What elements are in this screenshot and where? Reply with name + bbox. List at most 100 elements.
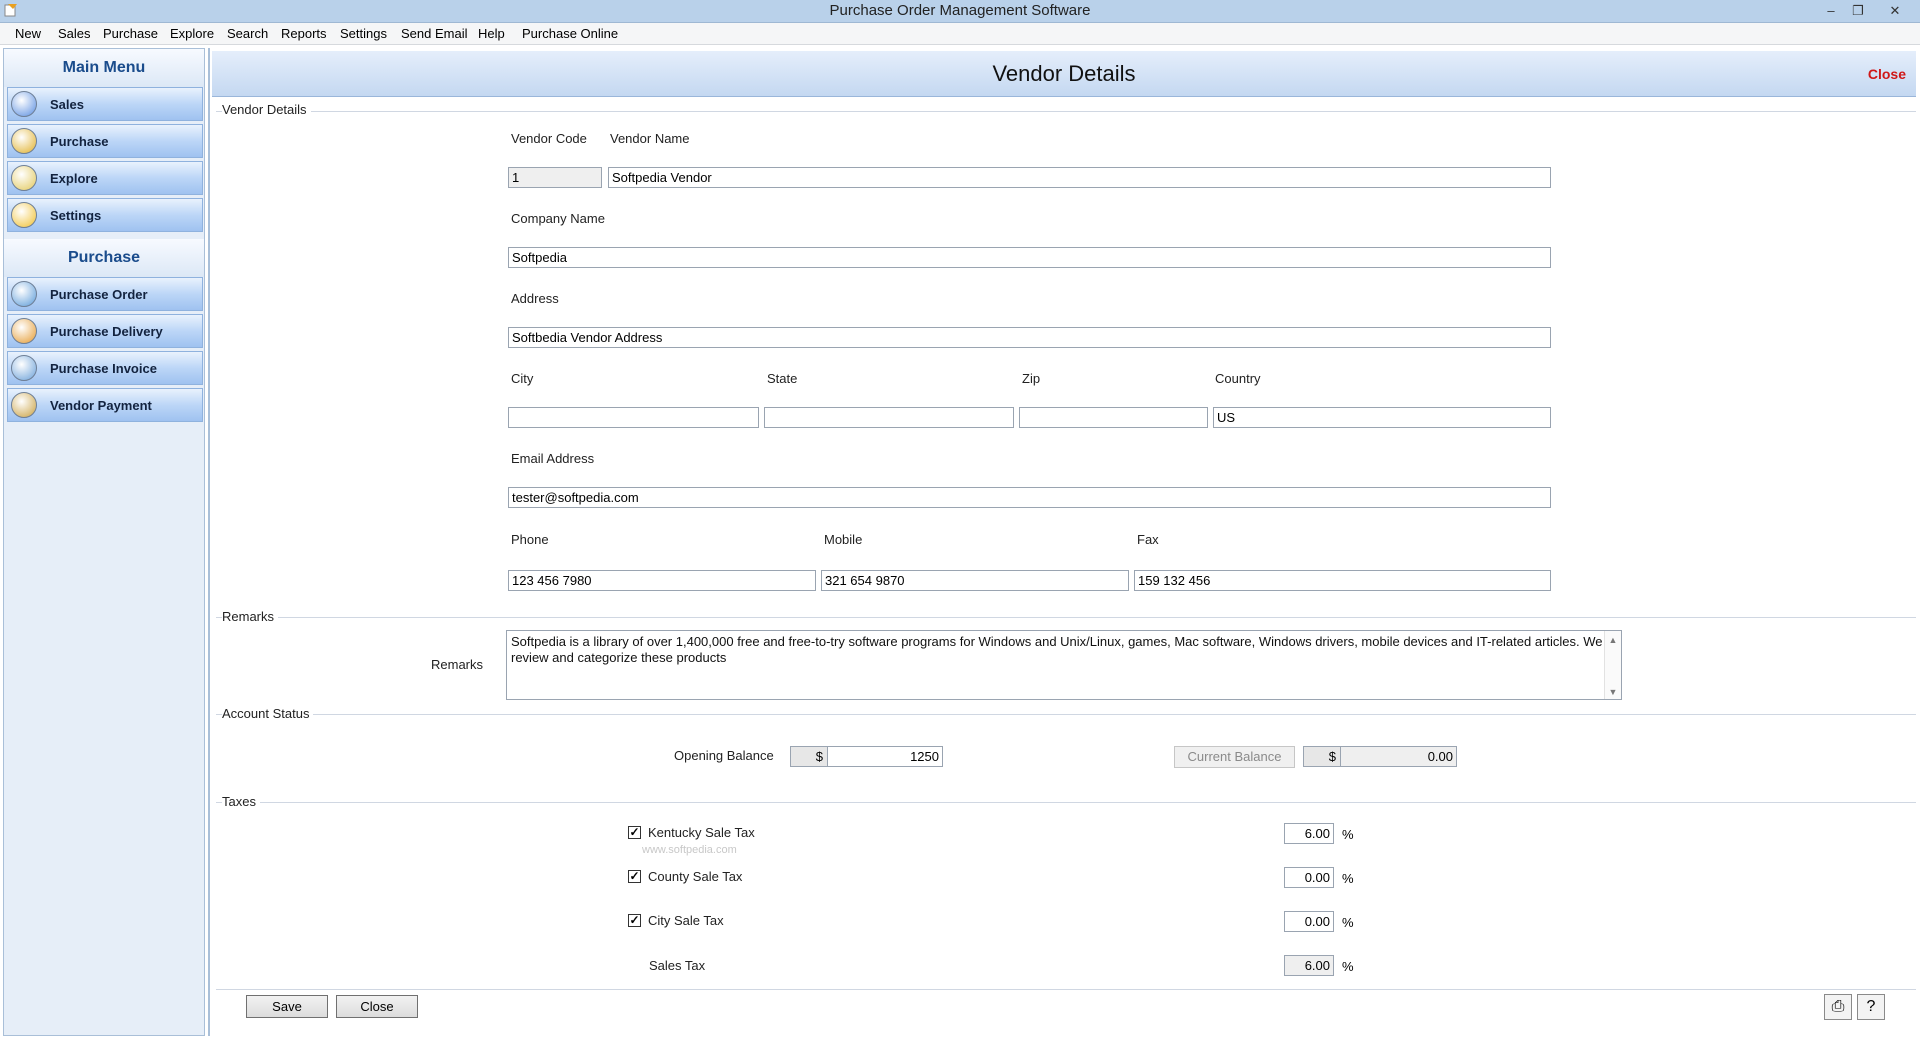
current-currency: $ (1303, 746, 1341, 767)
vendor-name-label: Vendor Name (610, 131, 690, 146)
scroll-down-arrow-icon[interactable]: ▼ (1605, 684, 1621, 698)
zip-label: Zip (1022, 371, 1041, 386)
taxes-group-label: Taxes (222, 794, 260, 809)
menu-send-email[interactable]: Send Email (401, 26, 467, 41)
sidebar-item-label: Purchase Invoice (50, 361, 157, 376)
fax-field[interactable] (1134, 570, 1551, 591)
sidebar-item-label: Purchase Delivery (50, 324, 163, 339)
vendor-details-group-label: Vendor Details (222, 102, 311, 117)
menu-settings[interactable]: Settings (340, 26, 387, 41)
country-label: Country (1215, 371, 1261, 386)
vendor-payment-icon (11, 392, 37, 418)
country-field[interactable] (1213, 407, 1551, 428)
city-tax-field[interactable] (1284, 911, 1334, 932)
opening-balance-label: Opening Balance (674, 748, 774, 763)
remarks-textarea[interactable]: Softpedia is a library of over 1,400,000… (506, 630, 1622, 700)
menu-search[interactable]: Search (227, 26, 268, 41)
window-title: Purchase Order Management Software (829, 2, 1091, 19)
zip-field[interactable] (1019, 407, 1208, 428)
remarks-group (216, 617, 1916, 618)
city-tax-checkbox[interactable]: ✓ (628, 914, 641, 927)
city-field[interactable] (508, 407, 759, 428)
city-label: City (511, 371, 534, 386)
purchase-order-icon (11, 281, 37, 307)
sidebar-item-label: Settings (50, 208, 102, 223)
county-tax-label: County Sale Tax (648, 869, 743, 884)
remarks-scrollbar[interactable]: ▲ ▼ (1604, 631, 1621, 699)
sidebar: Main Menu Sales Purchase Explore Setting… (3, 48, 205, 1036)
restore-button[interactable]: ❐ (1843, 0, 1873, 23)
menu-bar: New Sales Purchase Explore Search Report… (0, 23, 1920, 45)
sidebar-item-sales[interactable]: Sales (7, 87, 203, 121)
minimize-button[interactable]: – (1816, 0, 1846, 23)
company-name-label: Company Name (511, 211, 605, 226)
sidebar-item-label: Purchase Order (50, 287, 148, 302)
sidebar-item-purchase-delivery[interactable]: Purchase Delivery (7, 314, 203, 348)
help-icon[interactable]: ? (1857, 994, 1885, 1020)
purchase-invoice-icon (11, 355, 37, 381)
remarks-label: Remarks (431, 657, 484, 672)
remarks-group-label: Remarks (222, 609, 279, 624)
page-header: Vendor Details Close (212, 51, 1916, 97)
state-field[interactable] (764, 407, 1014, 428)
opening-balance-field[interactable] (827, 746, 943, 767)
sidebar-item-purchase[interactable]: Purchase (7, 124, 203, 158)
page-title: Vendor Details (992, 61, 1136, 86)
kentucky-percent-label: % (1342, 827, 1354, 842)
menu-explore[interactable]: Explore (170, 26, 214, 41)
sales-tax-percent-label: % (1342, 959, 1354, 974)
address-label: Address (511, 291, 559, 306)
menu-help[interactable]: Help (478, 26, 505, 41)
kentucky-tax-field[interactable] (1284, 823, 1334, 844)
sidebar-item-label: Vendor Payment (50, 398, 152, 413)
menu-purchase[interactable]: Purchase (103, 26, 158, 41)
purchase-box-icon (11, 128, 37, 154)
sidebar-item-purchase-invoice[interactable]: Purchase Invoice (7, 351, 203, 385)
title-bar: Purchase Order Management Software – ❐ ✕ (0, 0, 1920, 23)
kentucky-tax-label: Kentucky Sale Tax (648, 825, 755, 840)
address-field[interactable] (508, 327, 1551, 348)
state-label: State (767, 371, 798, 386)
fax-label: Fax (1137, 532, 1159, 547)
phone-field[interactable] (508, 570, 816, 591)
sidebar-item-vendor-payment[interactable]: Vendor Payment (7, 388, 203, 422)
save-button[interactable]: Save (246, 995, 328, 1018)
header-close-link[interactable]: Close (1868, 66, 1906, 82)
kentucky-tax-checkbox[interactable]: ✓ (628, 826, 641, 839)
close-button[interactable]: Close (336, 995, 418, 1018)
mobile-label: Mobile (824, 532, 863, 547)
sidebar-item-purchase-order[interactable]: Purchase Order (7, 277, 203, 311)
menu-new[interactable]: New (15, 26, 41, 41)
phone-label: Phone (511, 532, 549, 547)
current-balance-button: Current Balance (1174, 746, 1295, 768)
current-balance-field (1340, 746, 1457, 767)
vendor-name-field[interactable] (608, 167, 1551, 188)
purchase-section-header: Purchase (4, 239, 204, 277)
sales-chart-icon (11, 91, 37, 117)
vendor-code-field[interactable] (508, 167, 602, 188)
account-status-group (216, 714, 1916, 715)
window-close-button[interactable]: ✕ (1880, 0, 1910, 23)
city-percent-label: % (1342, 915, 1354, 930)
main-menu-header: Main Menu (4, 49, 204, 87)
menu-reports[interactable]: Reports (281, 26, 327, 41)
menu-sales[interactable]: Sales (58, 26, 91, 41)
sidebar-item-settings[interactable]: Settings (7, 198, 203, 232)
county-tax-checkbox[interactable]: ✓ (628, 870, 641, 883)
email-field[interactable] (508, 487, 1551, 508)
settings-icon (11, 202, 37, 228)
vendor-code-label: Vendor Code (511, 131, 587, 146)
opening-currency: $ (790, 746, 828, 767)
county-percent-label: % (1342, 871, 1354, 886)
company-name-field[interactable] (508, 247, 1551, 268)
printer-icon[interactable]: ⎙ (1824, 994, 1852, 1020)
county-tax-field[interactable] (1284, 867, 1334, 888)
scroll-up-arrow-icon[interactable]: ▲ (1605, 632, 1621, 646)
account-status-group-label: Account Status (222, 706, 314, 721)
menu-purchase-online[interactable]: Purchase Online (522, 26, 618, 41)
explore-icon (11, 165, 37, 191)
footer-divider (216, 989, 1916, 990)
vendor-details-group (216, 111, 1916, 112)
sidebar-item-explore[interactable]: Explore (7, 161, 203, 195)
mobile-field[interactable] (821, 570, 1129, 591)
